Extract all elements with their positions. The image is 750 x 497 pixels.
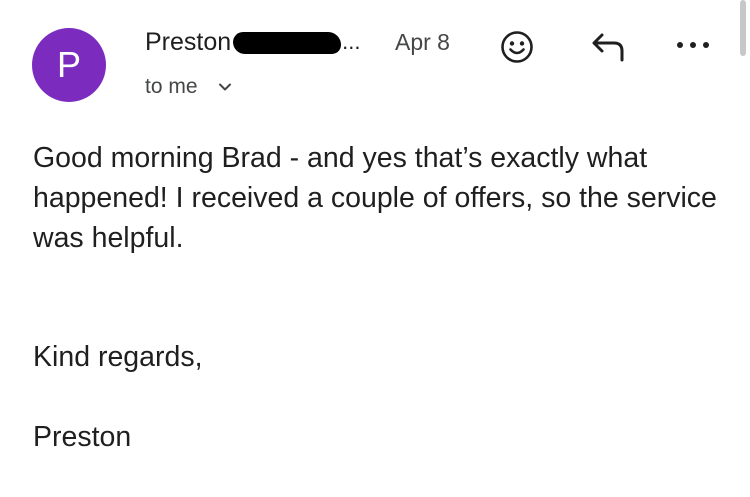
more-dots-icon	[677, 42, 709, 48]
smiley-face-icon	[501, 31, 533, 63]
sender-truncation: ...	[342, 29, 361, 54]
email-date: Apr 8	[395, 29, 450, 55]
emoji-reaction-button[interactable]	[498, 28, 536, 66]
redaction-mark	[233, 32, 342, 54]
reply-arrow-icon	[592, 33, 624, 62]
avatar-initial: P	[56, 44, 81, 85]
scrollbar[interactable]	[740, 0, 746, 56]
closing-line: Kind regards,	[33, 341, 203, 373]
avatar[interactable]: P	[32, 28, 106, 102]
reply-button[interactable]	[586, 26, 632, 66]
recipient-details-toggle[interactable]: to me	[145, 73, 232, 101]
signature-line: Preston	[33, 421, 132, 453]
sender-row[interactable]: Preston ...	[145, 27, 361, 57]
email-header: P Preston ... Apr 8 to me	[0, 0, 750, 110]
message-signoff: Kind regards, Preston	[33, 297, 723, 497]
more-options-button[interactable]	[670, 30, 716, 60]
sender-name: Preston	[145, 27, 232, 56]
chevron-down-icon	[218, 82, 232, 92]
recipient-label: to me	[145, 75, 198, 98]
message-body: Good morning Brad - and yes that’s exact…	[33, 142, 717, 254]
